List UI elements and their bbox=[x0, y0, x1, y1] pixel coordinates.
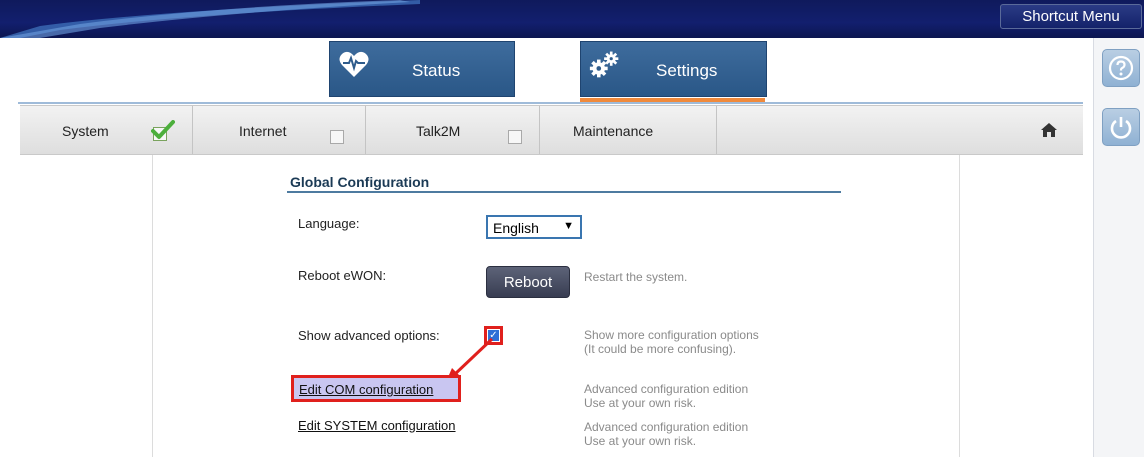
system-checkbox bbox=[151, 120, 175, 141]
tab-status-label: Status bbox=[412, 61, 461, 80]
tab-status[interactable]: Status bbox=[329, 41, 515, 97]
reboot-hint: Restart the system. bbox=[584, 270, 688, 284]
subnav-system-label: System bbox=[62, 123, 109, 139]
top-bar: Shortcut Menu bbox=[0, 0, 1144, 38]
main-tabs: Status Settings bbox=[0, 38, 1093, 104]
tab-settings-label: Settings bbox=[656, 61, 718, 80]
edit-com-hint-line1: Advanced configuration edition bbox=[584, 382, 749, 396]
dropdown-arrow-icon: ▼ bbox=[563, 220, 574, 232]
subnav-item-talk2m[interactable]: Talk2M bbox=[366, 106, 540, 154]
language-select-value: English bbox=[493, 220, 539, 236]
advanced-hint-line2: (It could be more confusing). bbox=[584, 342, 737, 356]
internet-checkbox bbox=[330, 130, 344, 144]
check-icon bbox=[151, 120, 175, 139]
reboot-button[interactable]: Reboot bbox=[486, 266, 570, 298]
edit-com-configuration-link[interactable]: Edit COM configuration bbox=[291, 375, 461, 402]
subnav-item-system[interactable]: System bbox=[20, 106, 193, 154]
talk2m-checkbox bbox=[508, 130, 522, 144]
language-select[interactable]: English ▼ bbox=[486, 215, 582, 239]
settings-subnav: System Internet Talk2M Maintenance bbox=[20, 105, 1083, 155]
section-title: Global Configuration bbox=[290, 174, 430, 190]
subnav-internet-label: Internet bbox=[239, 123, 287, 139]
subnav-talk2m-label: Talk2M bbox=[416, 123, 461, 139]
content-card bbox=[152, 155, 960, 457]
brand-swoosh bbox=[0, 0, 420, 38]
advanced-options-label: Show advanced options: bbox=[298, 328, 440, 343]
right-sidebar bbox=[1093, 38, 1144, 457]
subnav-maintenance-label: Maintenance bbox=[573, 123, 654, 139]
edit-com-hint-line2: Use at your own risk. bbox=[584, 396, 697, 410]
gears-icon bbox=[589, 51, 619, 78]
advanced-hint-line1: Show more configuration options bbox=[584, 328, 759, 342]
tab-settings[interactable]: Settings bbox=[580, 41, 767, 97]
edit-system-configuration-link[interactable]: Edit SYSTEM configuration bbox=[298, 418, 456, 433]
subnav-item-internet[interactable]: Internet bbox=[193, 106, 366, 154]
help-icon bbox=[1108, 55, 1134, 81]
tab-divider bbox=[18, 102, 1083, 104]
edit-system-hint-line2: Use at your own risk. bbox=[584, 434, 697, 448]
power-button[interactable] bbox=[1102, 108, 1140, 146]
help-button[interactable] bbox=[1102, 49, 1140, 87]
subnav-item-maintenance[interactable]: Maintenance bbox=[540, 106, 717, 154]
language-label: Language: bbox=[298, 216, 360, 231]
shortcut-menu-button[interactable]: Shortcut Menu bbox=[1000, 4, 1142, 29]
page: Shortcut Menu Status Settings System Int… bbox=[0, 0, 1144, 457]
home-icon[interactable] bbox=[1040, 122, 1058, 138]
section-divider bbox=[287, 191, 841, 193]
reboot-label: Reboot eWON: bbox=[298, 268, 387, 283]
heart-monitor-icon bbox=[339, 51, 369, 77]
edit-system-hint-line1: Advanced configuration edition bbox=[584, 420, 749, 434]
power-icon bbox=[1110, 117, 1132, 139]
